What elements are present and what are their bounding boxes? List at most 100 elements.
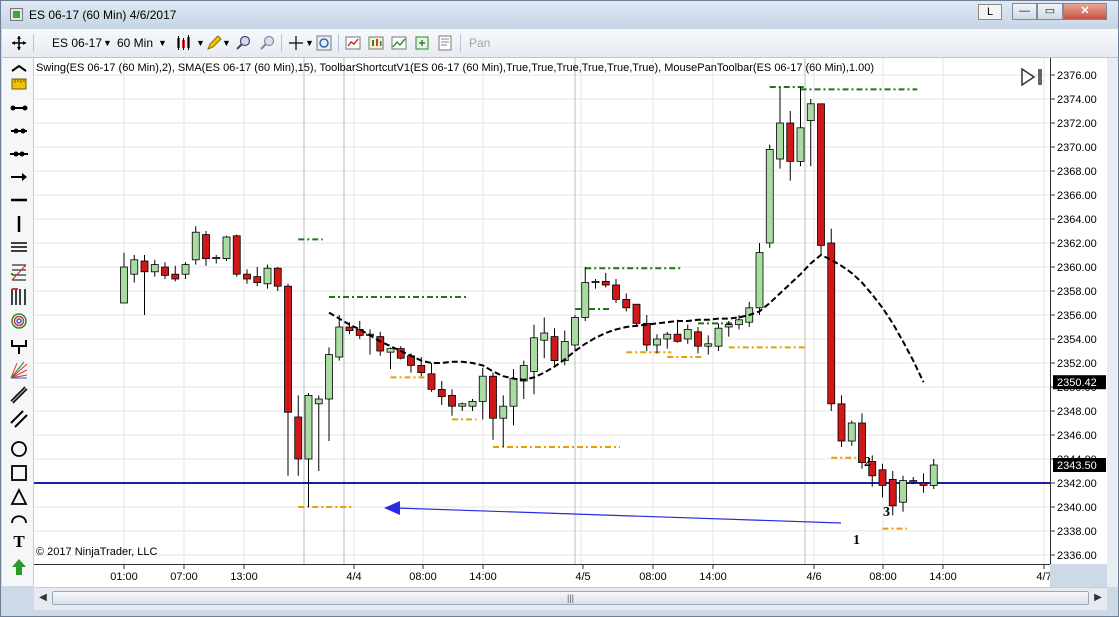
annotation-arrow (395, 507, 842, 524)
pan-button[interactable]: Pan (469, 34, 490, 52)
chart-trader-icon[interactable] (391, 35, 407, 51)
candle-down (232, 235, 241, 275)
ellipse-icon[interactable] (10, 440, 28, 458)
drawing-dropdown-icon[interactable]: ▼ (222, 34, 231, 52)
instrument-dropdown-icon[interactable]: ▼ (103, 34, 112, 52)
fibonacci-icon[interactable] (10, 264, 28, 282)
price-tick-label: 2376.00 (1057, 70, 1097, 82)
line-segment-icon[interactable] (10, 100, 28, 118)
chart-toolbar: ES 06-17 ▼ 60 Min ▼ ▼ ▼ ▼ Pan (2, 29, 1118, 58)
candle-down (489, 375, 497, 419)
candle-down (550, 336, 559, 362)
rectangle-icon[interactable] (10, 464, 28, 482)
candle-up (499, 405, 508, 419)
chart-panel[interactable]: 1 2 3 (34, 58, 1050, 564)
price-tick-label: 2360.00 (1057, 262, 1097, 274)
candle-up (150, 264, 159, 273)
regression-channel-icon[interactable] (10, 386, 28, 404)
candle-up (212, 256, 221, 259)
candle-down (243, 273, 251, 280)
price-tick-label: 2370.00 (1057, 142, 1097, 154)
zoom-out-icon[interactable] (259, 35, 275, 51)
andrews-pitchfork-icon[interactable] (10, 337, 28, 355)
candle-down (273, 267, 282, 287)
price-tick-label: 2366.00 (1057, 190, 1097, 202)
candle-up (509, 378, 518, 407)
candle-down (632, 303, 641, 324)
price-tick-label: 2372.00 (1057, 118, 1097, 130)
candle-down (284, 285, 292, 413)
maximize-button[interactable]: ▭ (1037, 3, 1063, 20)
candle-up (899, 480, 907, 503)
instrument-selector[interactable]: ES 06-17 (52, 34, 102, 52)
close-button[interactable]: ✕ (1063, 3, 1107, 20)
candle-up (581, 282, 590, 318)
candle-up (181, 264, 190, 275)
text-tool-icon[interactable]: T (10, 533, 28, 551)
scroll-left-icon[interactable]: ◀ (36, 591, 50, 605)
vertical-line-icon[interactable] (10, 215, 28, 233)
candle-down (437, 388, 446, 397)
scroll-to-end-icon[interactable] (1020, 67, 1044, 92)
triangle-icon[interactable] (10, 487, 28, 506)
candle-up (683, 328, 692, 340)
bar-style-icon[interactable] (176, 35, 192, 51)
interval-selector[interactable]: 60 Min (117, 34, 153, 52)
indicators-icon[interactable] (345, 35, 361, 51)
drawing-pencil-icon[interactable] (206, 35, 222, 51)
gann-fan-icon[interactable] (10, 361, 28, 379)
data-box-icon[interactable] (414, 35, 430, 51)
candle-down (253, 276, 262, 284)
arc-icon[interactable] (10, 511, 28, 529)
price-tick-label: 2354.00 (1057, 334, 1097, 346)
zoom-in-icon[interactable] (235, 35, 251, 51)
candle-down (202, 234, 210, 260)
interval-dropdown-icon[interactable]: ▼ (158, 34, 167, 52)
candle-up (120, 266, 128, 304)
time-tick-label: 4/7 (1036, 571, 1050, 583)
channel-icon[interactable] (10, 240, 28, 258)
candle-down (171, 273, 180, 280)
minimize-button[interactable]: — (1012, 3, 1037, 20)
window-title: ES 06-17 (60 Min) 4/6/2017 (29, 8, 177, 22)
time-tick-label: 14:00 (929, 571, 957, 583)
app-icon (10, 8, 23, 21)
crosshair-dropdown-icon[interactable]: ▼ (305, 34, 314, 52)
bar-style-dropdown-icon[interactable]: ▼ (196, 34, 205, 52)
ray-icon[interactable] (10, 123, 28, 141)
fibonacci-circle-icon[interactable] (10, 312, 28, 330)
price-tick-label: 2352.00 (1057, 358, 1097, 370)
candle-down (294, 416, 303, 460)
ruler-icon[interactable] (10, 77, 28, 95)
scrollbar-thumb[interactable]: ||| (52, 591, 1089, 605)
price-tick-label: 2348.00 (1057, 406, 1097, 418)
candle-up (591, 280, 600, 283)
candle-up (806, 103, 815, 121)
fibonacci-time-icon[interactable] (10, 288, 28, 306)
time-axis[interactable]: 01:00 07:00 13:00 4/4 08:00 14:00 4/5 08:00 14:0… (34, 564, 1050, 587)
title-bar[interactable]: ES 06-17 (60 Min) 4/6/2017 L — ▭ ✕ (1, 1, 1118, 29)
templates-icon[interactable] (437, 35, 453, 51)
horizontal-scrollbar[interactable]: ◀ ||| ▶ (34, 587, 1107, 610)
hide-toolbar-icon[interactable] (10, 60, 28, 78)
chart-properties-icon[interactable] (316, 35, 332, 51)
price-chart[interactable]: 1 2 3 (34, 58, 1050, 564)
scroll-right-icon[interactable]: ▶ (1091, 591, 1105, 605)
horizontal-line-icon[interactable] (10, 192, 28, 210)
candle-down (827, 242, 836, 405)
price-axis[interactable]: 2376.00 2374.00 2372.00 2370.00 2368.00 2366.… (1050, 58, 1108, 564)
crosshair-move-icon[interactable] (11, 35, 27, 51)
layout-button[interactable]: L (978, 4, 1002, 20)
price-tick-label: 2340.00 (1057, 502, 1097, 514)
candle-down (694, 331, 702, 347)
time-axis-labels: 01:00 07:00 13:00 4/4 08:00 14:00 4/5 08:00 14:0… (110, 565, 1050, 583)
trend-channel-icon[interactable] (10, 410, 28, 428)
arrow-up-icon[interactable] (10, 558, 28, 576)
candle-up (263, 267, 272, 285)
arrow-line-icon[interactable] (10, 169, 28, 187)
price-tick-label: 2342.00 (1057, 478, 1097, 490)
candle-down (427, 373, 436, 390)
extended-line-icon[interactable] (10, 146, 28, 164)
crosshair-icon[interactable] (288, 35, 304, 51)
strategies-icon[interactable] (368, 35, 384, 51)
